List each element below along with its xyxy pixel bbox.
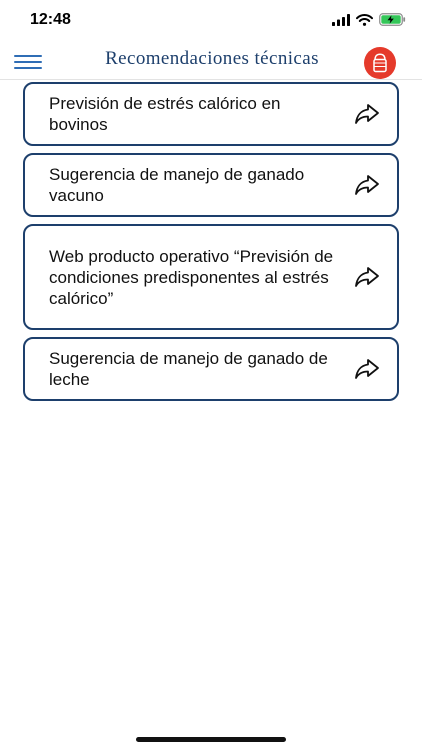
list-item[interactable]: Sugerencia de manejo de ganado vacuno [23, 153, 399, 217]
recommendations-list: Previsión de estrés calórico en bovinos … [23, 82, 399, 408]
share-arrow-icon [355, 359, 379, 379]
share-arrow-icon [355, 267, 379, 287]
list-item-label: Sugerencia de manejo de ganado vacuno [49, 165, 305, 205]
list-item-label: Web producto operativo “Previsión de con… [49, 246, 334, 308]
cellular-signal-icon [332, 13, 350, 26]
list-item-label: Previsión de estrés calórico en bovinos [49, 94, 281, 134]
hamburger-menu-icon [14, 55, 42, 57]
share-arrow-icon [355, 104, 379, 124]
list-item-label: Sugerencia de manejo de ganado de leche [49, 349, 328, 389]
app-logo[interactable] [364, 47, 396, 79]
home-indicator[interactable] [136, 737, 286, 742]
hamburger-line [14, 61, 42, 63]
hamburger-line [14, 67, 42, 69]
battery-charging-icon [379, 13, 406, 26]
app-logo-icon [373, 53, 387, 73]
page-title: Recomendaciones técnicas [105, 48, 319, 69]
share-arrow-icon [355, 175, 379, 195]
status-icons [332, 13, 406, 26]
list-item[interactable]: Previsión de estrés calórico en bovinos [23, 82, 399, 146]
navigation-bar: Recomendaciones técnicas [0, 44, 422, 80]
wifi-icon [356, 13, 373, 26]
list-item[interactable]: Web producto operativo “Previsión de con… [23, 224, 399, 330]
status-time: 12:48 [30, 11, 71, 28]
list-item[interactable]: Sugerencia de manejo de ganado de leche [23, 337, 399, 401]
status-bar: 12:48 [0, 0, 422, 44]
menu-button[interactable] [14, 53, 42, 71]
